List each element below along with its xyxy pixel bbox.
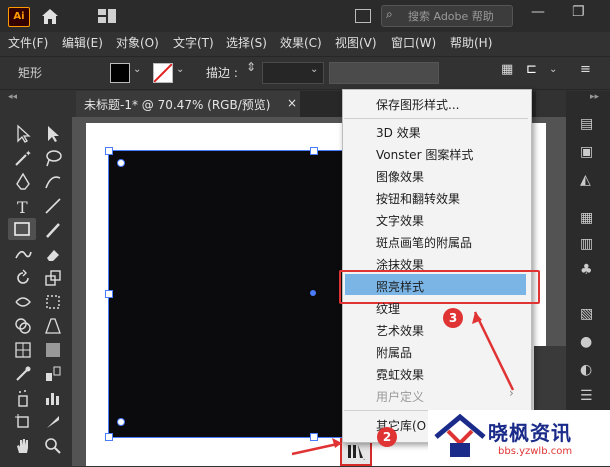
menu-type[interactable]: 文字(T) — [173, 34, 214, 51]
resize-handle-left[interactable] — [105, 290, 113, 298]
svg-text:✦: ✦ — [25, 149, 32, 158]
menu-item-vonster-patterns[interactable]: Vonster 图案样式 — [376, 146, 473, 163]
eraser-tool-icon[interactable] — [43, 244, 63, 264]
fill-color-swatch[interactable] — [110, 63, 130, 83]
width-tool-icon[interactable] — [13, 292, 33, 312]
menu-object[interactable]: 对象(O) — [116, 34, 159, 51]
swatches-panel-icon[interactable]: ▦ — [580, 210, 593, 226]
menu-window[interactable]: 窗口(W) — [391, 34, 436, 51]
menu-help[interactable]: 帮助(H) — [450, 34, 492, 51]
resize-handle-top[interactable] — [310, 147, 318, 155]
graphic-style-field[interactable] — [329, 62, 439, 84]
step-2-badge: 2 — [377, 427, 397, 447]
maximize-icon[interactable]: ❐ — [572, 4, 585, 20]
shape-builder-tool-icon[interactable] — [13, 316, 33, 336]
rectangle-tool-icon[interactable] — [12, 219, 32, 239]
graphic-styles-panel-icon[interactable]: ● — [580, 334, 592, 350]
stroke-chevron-down-icon[interactable]: ⌄ — [176, 64, 184, 75]
align-icon[interactable]: ⊏ — [526, 62, 537, 77]
menu-view[interactable]: 视图(V) — [335, 34, 377, 51]
curvature-tool-icon[interactable] — [43, 172, 63, 192]
menu-lines-icon[interactable]: ≡ — [580, 62, 591, 77]
menu-item-button-rollover[interactable]: 按钮和翻转效果 — [376, 190, 460, 207]
properties-panel-icon[interactable]: ▤ — [580, 116, 593, 132]
stroke-label: 描边 : — [206, 66, 238, 80]
menu-item-image-effects[interactable]: 图像效果 — [376, 168, 424, 185]
home-icon[interactable] — [40, 7, 60, 25]
free-transform-tool-icon[interactable] — [43, 292, 63, 312]
selection-tool-icon[interactable] — [13, 124, 33, 144]
app-logo: Ai — [8, 7, 30, 27]
gradient-tool-icon[interactable] — [43, 340, 63, 360]
annotation-highlight-box — [339, 270, 540, 304]
mesh-tool-icon[interactable] — [13, 340, 33, 360]
column-graph-tool-icon[interactable] — [43, 388, 63, 408]
direct-selection-tool-icon[interactable] — [43, 124, 63, 144]
house-logo-icon — [434, 413, 486, 457]
slice-tool-icon[interactable] — [43, 412, 63, 432]
menu-item-blob-brush[interactable]: 斑点画笔的附属品 — [376, 234, 472, 251]
menu-divider — [344, 118, 528, 119]
center-point — [310, 290, 316, 296]
menu-file[interactable]: 文件(F) — [8, 34, 48, 51]
menu-effect[interactable]: 效果(C) — [280, 34, 322, 51]
resize-handle-top-left[interactable] — [105, 147, 113, 155]
blend-tool-icon[interactable] — [43, 364, 63, 384]
paintbrush-tool-icon[interactable] — [43, 220, 63, 240]
menu-item-text-effects[interactable]: 文字效果 — [376, 212, 424, 229]
brushes-panel-icon[interactable]: ▥ — [580, 236, 593, 252]
eyedropper-tool-icon[interactable] — [13, 364, 33, 384]
document-tab-label: 未标题-1* @ 70.47% (RGB/预览) — [84, 98, 271, 112]
stroke-panel-icon[interactable]: ☰ — [580, 388, 593, 404]
grid-icon[interactable]: ▦ — [501, 62, 513, 77]
menu-edit[interactable]: 编辑(E) — [62, 34, 103, 51]
artboard-tool-icon[interactable] — [13, 412, 33, 432]
zoom-tool-icon[interactable] — [43, 436, 63, 456]
corner-widget-bottom-left[interactable] — [117, 418, 125, 426]
help-search-placeholder: 搜索 Adobe 帮助 — [408, 10, 494, 23]
collapse-right-icon[interactable]: ▸▸ — [590, 92, 599, 102]
workspace-switcher-icon[interactable] — [97, 8, 119, 24]
stroke-stepper-icon[interactable]: ⇕ — [246, 60, 256, 74]
menu-select[interactable]: 选择(S) — [226, 34, 267, 51]
stroke-color-swatch[interactable] — [153, 63, 173, 83]
symbol-sprayer-tool-icon[interactable] — [13, 388, 33, 408]
fill-chevron-down-icon[interactable]: ⌄ — [133, 64, 141, 75]
magic-wand-tool-icon[interactable]: ✦ — [13, 148, 33, 168]
transparency-panel-icon[interactable]: ◐ — [580, 362, 592, 378]
layers-panel-icon[interactable]: ▣ — [580, 144, 593, 160]
line-tool-icon[interactable] — [43, 196, 63, 216]
title-bar — [0, 0, 610, 32]
panel-toggle-icon[interactable] — [355, 9, 371, 23]
gradient-panel-icon[interactable]: ◭ — [580, 172, 591, 188]
search-icon: ⌕ — [386, 7, 393, 21]
type-tool-icon[interactable]: T — [13, 196, 33, 217]
pen-tool-icon[interactable] — [13, 172, 33, 192]
appearance-panel-icon[interactable]: ▧ — [580, 306, 593, 322]
perspective-grid-tool-icon[interactable] — [43, 316, 63, 336]
shaper-tool-icon[interactable] — [13, 244, 33, 264]
step-3-badge: 3 — [443, 308, 463, 328]
close-tab-icon[interactable]: × — [287, 96, 297, 110]
rotate-tool-icon[interactable] — [13, 268, 33, 288]
collapse-left-icon[interactable]: ◂◂ — [8, 92, 17, 102]
align-chevron-down-icon[interactable]: ⌄ — [549, 64, 557, 75]
resize-handle-bottom-left[interactable] — [105, 433, 113, 441]
stroke-weight-chevron-down-icon[interactable]: ⌄ — [310, 64, 318, 75]
lasso-tool-icon[interactable] — [43, 148, 63, 168]
shape-type-label: 矩形 — [18, 66, 43, 80]
watermark-title: 晓枫资讯 — [488, 421, 572, 445]
scale-tool-icon[interactable] — [43, 268, 63, 288]
corner-widget-top-left[interactable] — [117, 159, 125, 167]
hand-tool-icon[interactable] — [13, 436, 33, 456]
menu-item-3d-effects[interactable]: 3D 效果 — [376, 124, 421, 141]
watermark-url: bbs.yzwlb.com — [498, 446, 573, 457]
svg-text:T: T — [17, 198, 28, 216]
menu-item-save-graphic-styles[interactable]: 保存图形样式... — [376, 96, 459, 113]
minimize-icon[interactable]: — — [531, 4, 545, 20]
symbols-panel-icon[interactable]: ♣ — [580, 262, 593, 278]
